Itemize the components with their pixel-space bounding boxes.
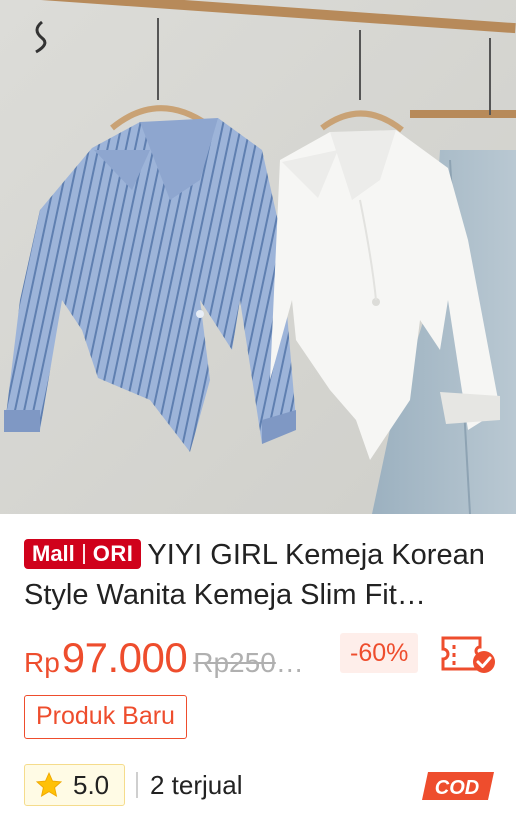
mall-label: Mall [32,541,75,566]
product-title[interactable]: Mall ORI YIYI GIRL Kemeja Korean Style Wan… [24,535,494,615]
cod-label: COD [435,777,479,799]
rating-value: 5.0 [73,770,110,800]
ori-label: ORI [92,541,134,566]
rating-box: 5.0 [24,764,125,806]
price-currency: Rp [24,647,60,678]
price-row: Rp 97.000 Rp250.000 -60% [24,627,495,683]
new-product-tag: Produk Baru [24,695,187,739]
product-card[interactable]: Mall ORI YIYI GIRL Kemeja Korean Style Wan… [0,0,516,829]
rating-row: 5.0 2 terjual COD [24,764,494,808]
price-value: 97.000 [61,634,188,681]
product-image[interactable] [0,0,516,514]
discount-badge: -60% [340,633,419,673]
rating-divider [136,772,138,798]
badge-divider [82,544,85,564]
mall-ori-badge: Mall ORI [24,539,142,569]
sold-count: 2 terjual [150,770,243,800]
star-icon [35,771,63,798]
original-price: Rp250.000 [193,647,311,678]
cod-badge: COD [422,772,494,800]
voucher-check-icon [441,636,495,673]
